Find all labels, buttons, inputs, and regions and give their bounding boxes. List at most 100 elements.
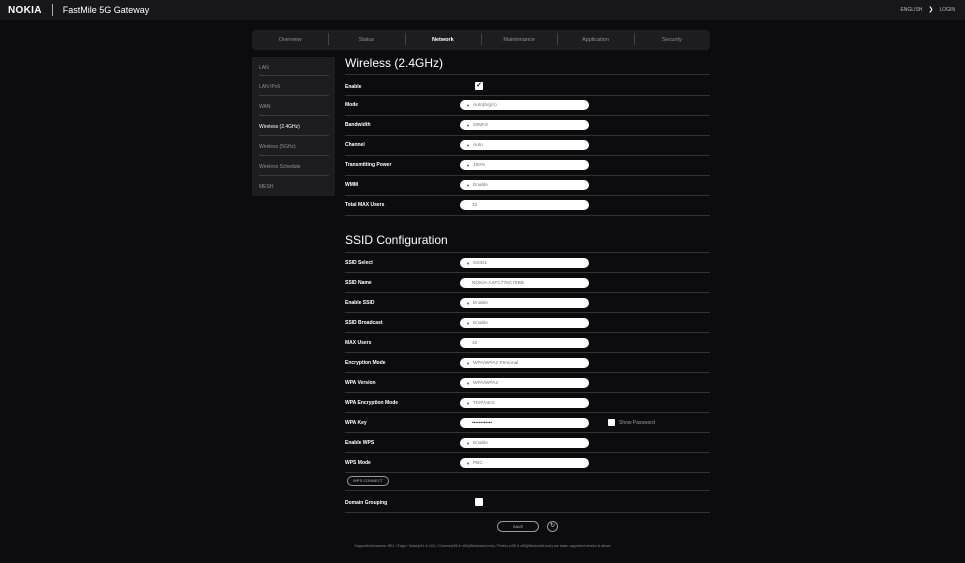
- sidebar-item-mesh[interactable]: MESH: [259, 184, 329, 190]
- row-divider: [345, 352, 710, 353]
- row-divider: [345, 252, 710, 253]
- login-link[interactable]: LOGIN: [939, 7, 955, 13]
- row-divider: [345, 490, 710, 491]
- max-users-input[interactable]: 32: [460, 338, 589, 348]
- transmitting-power-label: Transmitting Power: [345, 162, 392, 168]
- ssid-broadcast-select[interactable]: ▼ Enable: [460, 318, 589, 328]
- sidebar-divider: [259, 115, 329, 116]
- tab-network[interactable]: Network: [404, 33, 481, 45]
- wmm-select[interactable]: ▼ Enable: [460, 180, 589, 190]
- row-divider: [345, 332, 710, 333]
- sidebar-divider: [259, 95, 329, 96]
- wpa-key-label: WPA Key: [345, 420, 367, 426]
- row-divider: [345, 215, 710, 216]
- sidebar-item-wireless-24ghz[interactable]: Wireless (2.4GHz): [259, 124, 329, 130]
- show-password-toggle[interactable]: Show Password: [608, 419, 655, 426]
- sidebar-divider: [259, 155, 329, 156]
- wps-mode-select[interactable]: ▼ PBC: [460, 458, 589, 468]
- caret-down-icon: ▼: [466, 102, 470, 108]
- total-max-users-label: Total MAX Users: [345, 202, 385, 208]
- channel-select[interactable]: ▼ Auto: [460, 140, 589, 150]
- save-button[interactable]: SAVE: [497, 521, 539, 532]
- total-max-users-input[interactable]: 32: [460, 200, 589, 210]
- show-password-label: Show Password: [619, 419, 655, 426]
- enable-label: Enable: [345, 84, 362, 90]
- caret-down-icon: ▼: [466, 142, 470, 148]
- row-divider: [345, 512, 710, 513]
- row-divider: [345, 452, 710, 453]
- product-name: FastMile 5G Gateway: [62, 5, 150, 15]
- supported-browsers-note: Supported browsers: IE11 / Edge / Safari…: [354, 544, 611, 548]
- sidebar-item-lan-ipv6[interactable]: LAN IPv6: [259, 84, 329, 90]
- caret-down-icon: ▼: [466, 162, 470, 168]
- ssid-broadcast-label: SSID Broadcast: [345, 320, 383, 326]
- ssid-select[interactable]: ▼ SSID1: [460, 258, 589, 268]
- enable-wps-select[interactable]: ▼ Enable: [460, 438, 589, 448]
- language-select[interactable]: ENGLISH: [900, 7, 922, 13]
- channel-label: Channel: [345, 142, 365, 148]
- tab-application[interactable]: Application: [557, 33, 633, 45]
- row-divider: [345, 175, 710, 176]
- ssid-name-input[interactable]: NOKIA-A4FC776C79BB: [460, 278, 589, 288]
- sidebar-divider: [259, 175, 329, 176]
- ssid-select-label: SSID Select: [345, 260, 373, 266]
- wpa-version-label: WPA Version: [345, 380, 376, 386]
- max-users-label: MAX Users: [345, 340, 372, 346]
- transmitting-power-select[interactable]: ▼ 100%: [460, 160, 589, 170]
- row-divider: [345, 272, 710, 273]
- caret-down-icon: ▼: [466, 260, 470, 266]
- main-tabs: Overview Status Network Maintenance Appl…: [252, 30, 710, 50]
- row-divider: [345, 115, 710, 116]
- caret-down-icon: ▼: [466, 400, 470, 406]
- row-divider: [345, 372, 710, 373]
- sidebar-item-lan[interactable]: LAN: [259, 65, 329, 71]
- caret-down-icon: ▼: [466, 440, 470, 446]
- wireless-title: Wireless (2.4GHz): [345, 56, 444, 70]
- wpa-encryption-mode-select[interactable]: ▼ TKIP/AES: [460, 398, 589, 408]
- caret-down-icon: ▼: [466, 182, 470, 188]
- top-bar: NOKIA FastMile 5G Gateway ENGLISH ❯ LOGI…: [0, 0, 965, 20]
- wpa-key-input[interactable]: ••••••••••••: [460, 418, 589, 428]
- enable-ssid-select[interactable]: ▼ Enable: [460, 298, 589, 308]
- row-divider: [345, 472, 710, 473]
- show-password-checkbox[interactable]: [608, 419, 615, 426]
- enable-ssid-label: Enable SSID: [345, 300, 375, 306]
- sidebar-divider: [259, 75, 329, 76]
- bandwidth-label: Bandwidth: [345, 122, 371, 128]
- caret-down-icon: ▼: [466, 122, 470, 128]
- chevron-down-icon[interactable]: ❯: [928, 6, 933, 13]
- brand-logo: NOKIA: [8, 4, 42, 16]
- sidebar-item-wireless-5ghz[interactable]: Wireless (5GHz): [259, 144, 329, 150]
- sidebar: LAN LAN IPv6 WAN Wireless (2.4GHz) Wirel…: [252, 57, 335, 196]
- enable-wps-label: Enable WPS: [345, 440, 375, 446]
- mode-select[interactable]: ▼ Auto(b/g/n): [460, 100, 589, 110]
- tab-maintenance[interactable]: Maintenance: [480, 33, 557, 45]
- sidebar-item-wireless-schedule[interactable]: Wireless Schedule: [259, 164, 329, 170]
- wps-connect-button[interactable]: WPS CONNECT: [347, 476, 389, 486]
- tab-overview[interactable]: Overview: [252, 37, 328, 43]
- sidebar-item-wan[interactable]: WAN: [259, 104, 329, 110]
- wpa-version-select[interactable]: ▼ WPA/WPA2: [460, 378, 589, 388]
- caret-down-icon: ▼: [466, 360, 470, 366]
- refresh-icon[interactable]: ↻: [547, 521, 558, 532]
- header-divider: [51, 4, 53, 16]
- row-divider: [345, 412, 710, 413]
- domain-grouping-checkbox[interactable]: [475, 498, 483, 506]
- row-divider: [345, 155, 710, 156]
- row-divider: [345, 195, 710, 196]
- encryption-mode-label: Encryption Mode: [345, 360, 386, 366]
- encryption-mode-select[interactable]: ▼ WPA/WPA2 Personal: [460, 358, 589, 368]
- ssid-config-title: SSID Configuration: [345, 233, 448, 247]
- caret-down-icon: ▼: [466, 320, 470, 326]
- bandwidth-select[interactable]: ▼ 20MHz: [460, 120, 589, 130]
- tab-status[interactable]: Status: [328, 33, 404, 45]
- mode-label: Mode: [345, 102, 359, 108]
- ssid-name-label: SSID Name: [345, 280, 372, 286]
- domain-grouping-label: Domain Grouping: [345, 500, 388, 506]
- tab-security[interactable]: Security: [633, 33, 710, 45]
- caret-down-icon: ▼: [466, 460, 470, 466]
- enable-checkbox[interactable]: ✓: [475, 82, 483, 90]
- row-divider: [345, 135, 710, 136]
- row-divider: [345, 95, 710, 96]
- caret-down-icon: ▼: [466, 380, 470, 386]
